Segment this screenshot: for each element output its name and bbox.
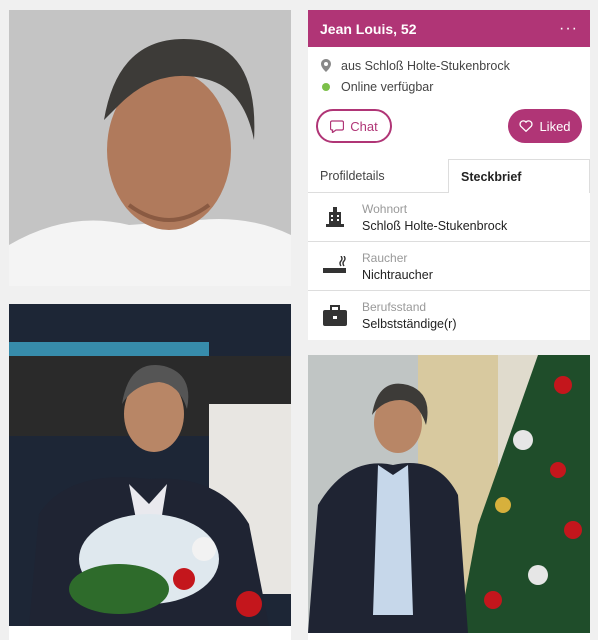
chat-button[interactable]: Chat <box>316 109 392 143</box>
profile-photo-3[interactable] <box>308 355 590 633</box>
profile-header: Jean Louis, 52 ··· <box>308 10 590 47</box>
detail-berufsstand: Berufsstand Selbstständige(r) <box>308 291 590 340</box>
location-pin-icon <box>320 59 332 72</box>
building-icon <box>308 206 362 228</box>
tab-profildetails[interactable]: Profildetails <box>308 159 448 193</box>
detail-label: Berufsstand <box>362 300 427 314</box>
profile-name: Jean Louis, 52 <box>320 20 417 37</box>
profile-tabs: Profildetails Steckbrief <box>308 159 590 193</box>
profile-photo-1[interactable] <box>9 10 291 286</box>
detail-value: Selbstständige(r) <box>362 317 457 331</box>
detail-value: Nichtraucher <box>362 267 433 282</box>
online-status-text: Online verfügbar <box>341 79 434 94</box>
photo-2-footer <box>9 626 291 640</box>
detail-raucher: Raucher Nichtraucher <box>308 242 590 291</box>
liked-button[interactable]: Liked <box>508 109 582 143</box>
chat-bubble-icon <box>330 119 345 133</box>
profile-card: Jean Louis, 52 ··· aus Schloß Holte-Stuk… <box>308 10 590 340</box>
more-options-icon[interactable]: ··· <box>559 20 578 36</box>
photo-3-footer <box>308 633 590 640</box>
cigarette-icon <box>308 256 362 276</box>
tab-steckbrief[interactable]: Steckbrief <box>448 159 590 193</box>
detail-label: Wohnort <box>362 201 408 216</box>
location-row: aus Schloß Holte-Stukenbrock <box>320 55 578 76</box>
location-text: aus Schloß Holte-Stukenbrock <box>341 58 510 73</box>
online-row: Online verfügbar <box>320 76 578 97</box>
chat-button-label: Chat <box>350 118 378 134</box>
steckbrief-details: Wohnort Schloß Holte-Stukenbrock Raucher… <box>308 193 590 340</box>
detail-wohnort: Wohnort Schloß Holte-Stukenbrock <box>308 193 590 242</box>
online-dot-icon <box>322 82 330 91</box>
detail-label: Raucher <box>362 250 408 265</box>
liked-button-label: Liked <box>539 118 571 134</box>
heart-outline-icon <box>519 120 533 132</box>
profile-photo-2[interactable] <box>9 304 291 626</box>
detail-value: Schloß Holte-Stukenbrock <box>362 218 508 233</box>
briefcase-icon <box>308 304 362 327</box>
